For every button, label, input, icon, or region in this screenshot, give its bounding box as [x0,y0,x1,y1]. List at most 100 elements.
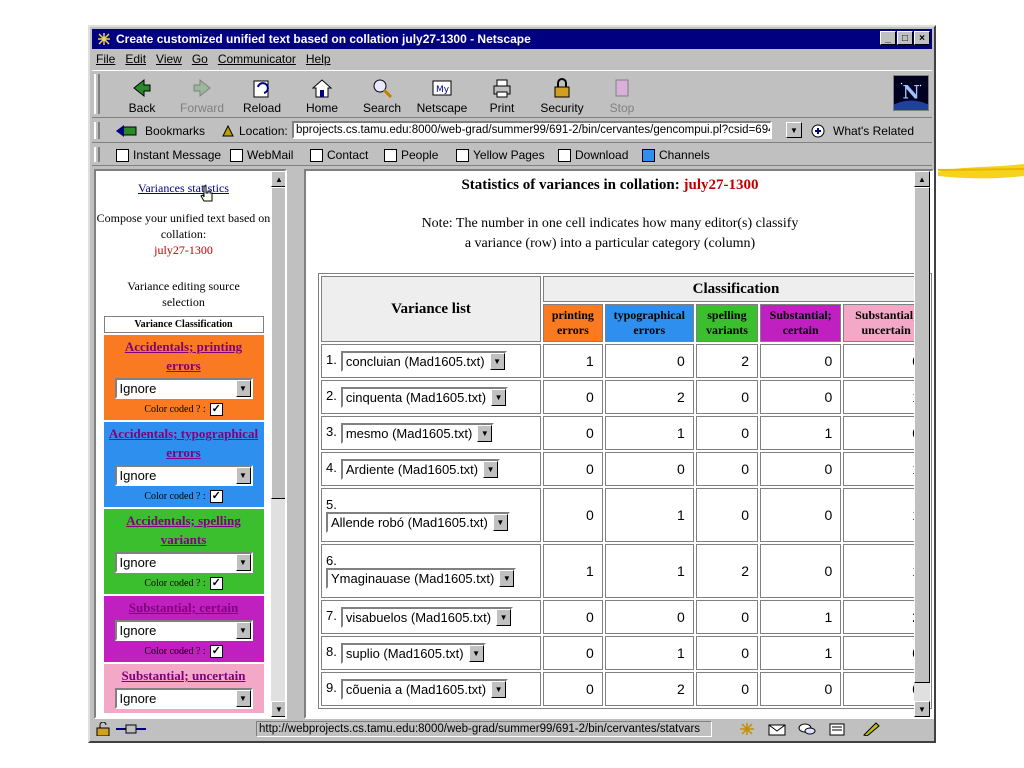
contact-link[interactable]: Contact [310,148,368,162]
home-button[interactable]: Home [294,77,350,115]
chevron-down-icon: ▼ [491,680,507,698]
table-row: 6.Ymaginauase (Mad1605.txt)▼11201 [321,544,929,598]
variance-select[interactable]: Allende robó (Mad1605.txt) ▼ [326,512,510,533]
security-status-icon[interactable] [94,722,112,736]
menu-communicator[interactable]: Communicator [218,52,296,66]
print-button[interactable]: Print [474,77,530,115]
variance-select[interactable]: visabuelos (Mad1605.txt) ▼ [340,606,514,628]
close-button[interactable]: × [914,31,930,45]
browser-window: Create customized unified text based on … [88,25,936,743]
scroll-up-button[interactable]: ▲ [271,171,285,187]
reload-button[interactable]: Reload [234,77,290,115]
classification-link[interactable]: Accidentals; typographical errors [108,424,260,462]
variance-cell: 5. Allende robó (Mad1605.txt) ▼ [321,488,541,542]
whats-related-button[interactable]: What's Related [810,123,914,139]
page-proxy-icon[interactable] [220,123,236,139]
forward-button[interactable]: Forward [174,77,230,115]
statistics-table: Variance list Classification printing er… [318,273,932,709]
count-cell: 0 [760,452,842,486]
security-lock-icon [554,78,570,98]
classification-link[interactable]: Substantial; uncertain [108,666,260,685]
back-button[interactable]: Back [114,77,170,115]
color-coded-checkbox[interactable]: ✓ [209,645,223,658]
yellow-pages-link[interactable]: Yellow Pages [456,148,545,162]
scroll-thumb[interactable] [271,187,285,499]
color-coded-checkbox[interactable]: ✓ [209,403,223,416]
component-bar-pen-icon[interactable] [862,722,880,736]
netscape-button[interactable]: My Netscape [414,77,470,115]
webmail-link[interactable]: WebMail [230,148,293,162]
classification-select[interactable]: Ignore ▼ [114,552,253,573]
count-cell: 2 [604,380,694,414]
navigation-toolbar: Back Forward Reload Home Search My Netsc… [92,70,932,118]
search-button[interactable]: Search [354,77,410,115]
instant-message-icon [116,148,129,162]
category-header: spelling variants [695,304,759,342]
left-vertical-scrollbar[interactable]: ▲ ▼ [271,171,285,717]
classification-select[interactable]: Ignore ▼ [114,688,253,709]
url-dropdown-button[interactable]: ▼ [786,122,802,138]
classification-link[interactable]: Accidentals; printing errors [108,337,260,375]
variance-cell: 6. Ymaginauase (Mad1605.txt) ▼ [321,544,541,598]
color-coded-checkbox[interactable]: ✓ [209,577,223,590]
menu-edit[interactable]: Edit [125,52,146,66]
main-vertical-scrollbar[interactable]: ▲ ▼ [914,171,930,717]
variance-select[interactable]: Ymaginauase (Mad1605.txt) ▼ [326,568,517,589]
channels-link[interactable]: Channels [642,148,710,162]
scroll-down-button[interactable]: ▼ [271,701,285,717]
variance-select[interactable]: concluian (Mad1605.txt) ▼ [340,350,507,372]
variance-select[interactable]: suplio (Mad1605.txt) ▼ [340,642,486,664]
component-bar-mail-icon[interactable] [768,722,786,736]
count-cell: 0 [543,380,603,414]
variance-classification-title: Variance Classification [103,316,264,333]
count-cell: 1 [543,544,603,598]
bookmarks-button[interactable]: Bookmarks [114,123,205,139]
count-cell: 0 [760,380,842,414]
scroll-down-button[interactable]: ▼ [914,701,930,717]
classification-select[interactable]: Ignore ▼ [114,620,253,641]
people-link[interactable]: People [384,148,438,162]
menu-view[interactable]: View [156,52,182,66]
chevron-down-icon: ▼ [477,424,493,442]
classification-select[interactable]: Ignore ▼ [114,378,253,399]
color-coded-checkbox[interactable]: ✓ [209,490,223,503]
variance-cell: 7. visabuelos (Mad1605.txt) ▼ [321,600,541,634]
count-cell: 0 [543,452,603,486]
content-area: Variances statistics Compose your unifie… [92,167,934,721]
variance-cell: 2. cinquenta (Mad1605.txt) ▼ [321,380,541,414]
component-bar-composer-icon[interactable] [828,722,846,736]
url-input[interactable]: bprojects.cs.tamu.edu:8000/web-grad/summ… [292,121,772,139]
personal-grip[interactable] [94,147,100,162]
variance-select[interactable]: Ardiente (Mad1605.txt) ▼ [340,458,501,480]
netscape-logo-icon[interactable]: N [893,75,929,111]
location-grip[interactable] [94,122,100,139]
menu-go[interactable]: Go [192,52,208,66]
variance-select[interactable]: cõuenia a (Mad1605.txt) ▼ [340,678,509,700]
maximize-button[interactable]: □ [897,31,913,45]
component-bar-netscape-icon[interactable] [738,722,756,736]
bookmarks-icon [116,125,137,137]
variances-statistics-link[interactable]: Variances statistics [96,181,271,196]
component-bar-discussion-icon[interactable] [798,722,816,736]
scroll-thumb[interactable] [914,187,930,683]
classification-link[interactable]: Accidentals; spelling variants [108,511,260,549]
stop-button[interactable]: Stop [594,77,650,115]
variance-select[interactable]: mesmo (Mad1605.txt) ▼ [340,422,495,444]
classification-box-substantial-certain: Substantial; certain Ignore ▼ Color coded… [103,596,264,662]
count-cell: 0 [543,416,603,450]
chevron-down-icon: ▼ [235,554,251,571]
chevron-down-icon: ▼ [235,690,251,707]
minimize-button[interactable]: _ [880,31,896,45]
menu-file[interactable]: File [96,52,115,66]
chevron-down-icon: ▼ [235,380,251,397]
toolbar-grip[interactable] [94,74,100,114]
classification-link[interactable]: Substantial; certain [108,598,260,617]
variance-select[interactable]: cinquenta (Mad1605.txt) ▼ [340,386,509,408]
download-link[interactable]: Download [558,148,628,162]
menu-help[interactable]: Help [306,52,331,66]
scroll-up-button[interactable]: ▲ [914,171,930,187]
security-button[interactable]: Security [534,77,590,115]
instant-message-link[interactable]: Instant Message [116,148,221,162]
classification-select[interactable]: Ignore ▼ [114,465,253,486]
channels-icon [642,148,655,162]
